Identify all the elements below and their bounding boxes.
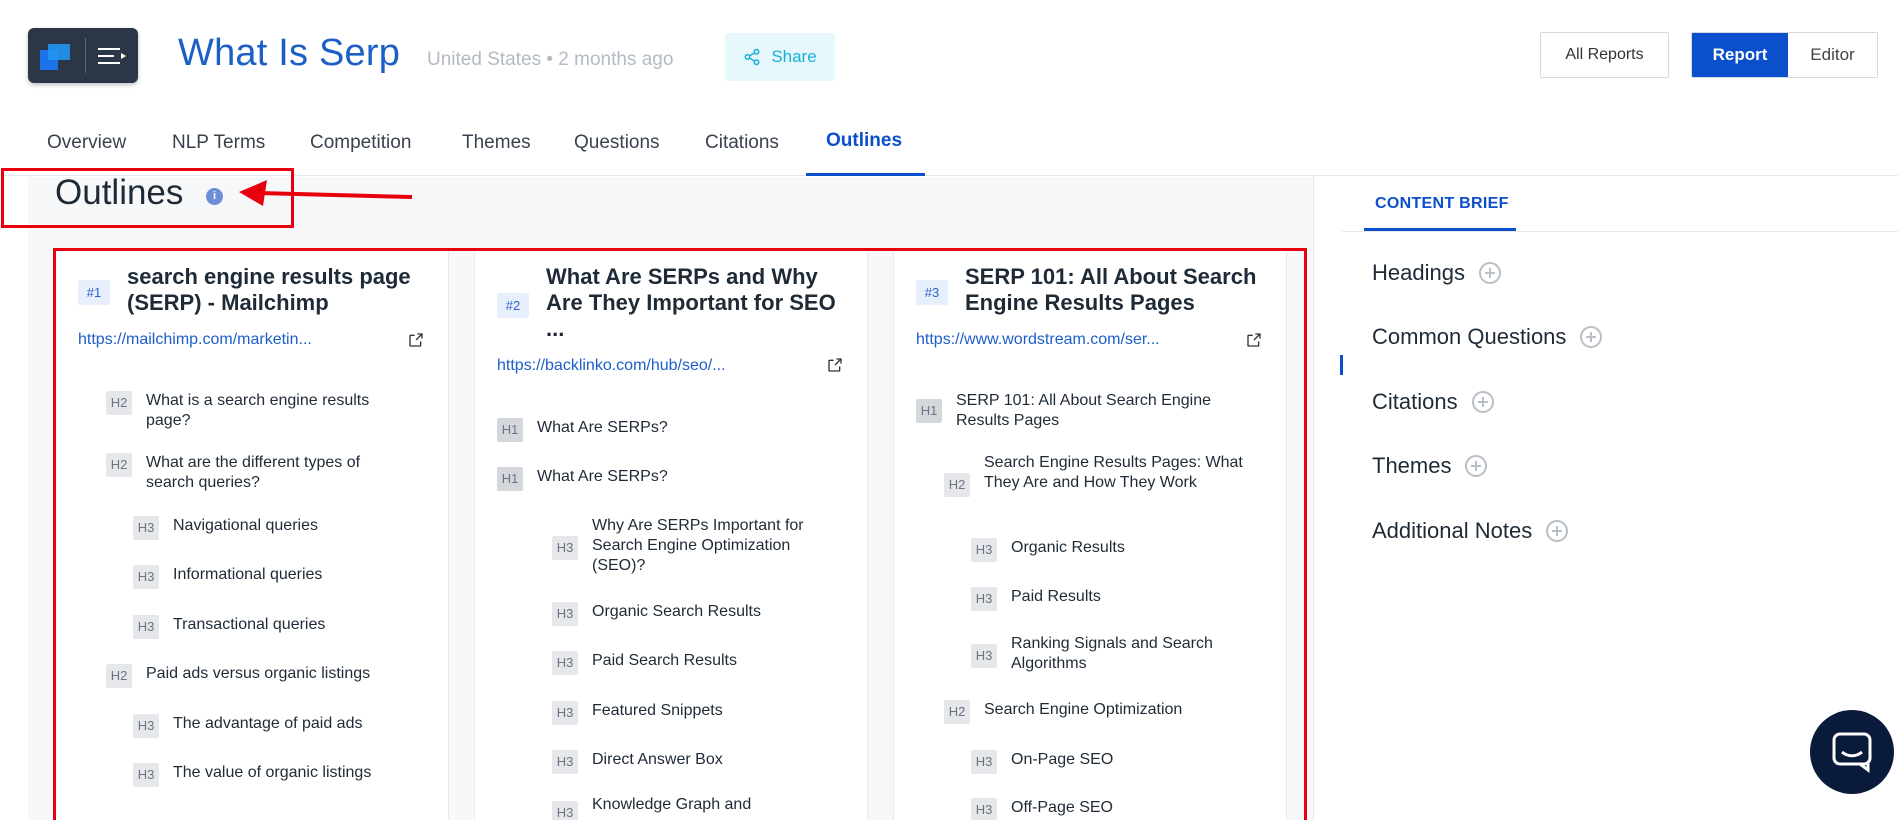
active-tab-indicator (806, 173, 925, 176)
share-label: Share (771, 47, 817, 66)
report-title: What Is Serp (178, 32, 401, 74)
brief-section-label: Citations (1372, 389, 1458, 414)
brief-section-citations[interactable]: Citations (1372, 389, 1494, 415)
tab-themes[interactable]: Themes (462, 132, 531, 154)
brief-section-headings[interactable]: Headings (1372, 260, 1501, 286)
view-toggle: Report Editor (1691, 32, 1878, 78)
share-button[interactable]: Share (725, 33, 835, 81)
all-reports-button[interactable]: All Reports (1540, 32, 1669, 78)
menu-toggle-icon[interactable] (98, 46, 126, 66)
tab-overview[interactable]: Overview (47, 132, 126, 154)
logo-icon (40, 44, 70, 70)
brief-section-themes[interactable]: Themes (1372, 453, 1488, 479)
plus-circle-icon[interactable] (1546, 520, 1569, 542)
brief-section-additional-notes[interactable]: Additional Notes (1372, 518, 1569, 544)
plus-circle-icon[interactable] (1471, 391, 1494, 413)
chat-icon (1832, 732, 1872, 773)
share-icon (744, 48, 760, 66)
logo-divider (85, 38, 86, 73)
plus-circle-icon[interactable] (1478, 262, 1501, 284)
brief-section-label: Additional Notes (1372, 518, 1533, 543)
brief-section-label: Headings (1372, 260, 1465, 285)
plus-circle-icon[interactable] (1465, 455, 1488, 477)
tab-nlp-terms[interactable]: NLP Terms (172, 132, 265, 154)
tab-outlines[interactable]: Outlines (826, 130, 902, 152)
panel-resize-handle[interactable] (1340, 355, 1343, 375)
chat-launcher-button[interactable] (1810, 710, 1894, 794)
content-brief-tab[interactable]: CONTENT BRIEF (1365, 195, 1515, 231)
brief-divider (1342, 231, 1898, 232)
brief-section-label: Themes (1372, 453, 1452, 478)
report-toggle-button[interactable]: Report (1692, 33, 1788, 77)
annotation-arrow-icon (239, 180, 413, 206)
report-meta: United States • 2 months ago (427, 49, 674, 70)
brief-section-label: Common Questions (1372, 324, 1567, 349)
app-root: What Is Serp United States • 2 months ag… (0, 0, 1898, 820)
tab-citations[interactable]: Citations (705, 132, 779, 154)
tab-competition[interactable]: Competition (310, 132, 411, 154)
editor-toggle-button[interactable]: Editor (1788, 33, 1877, 77)
app-logo-menu[interactable] (28, 28, 138, 83)
brief-section-common-questions[interactable]: Common Questions (1372, 324, 1603, 350)
tab-questions[interactable]: Questions (574, 132, 660, 154)
plus-circle-icon[interactable] (1580, 326, 1603, 348)
annotation-box-columns (53, 248, 1307, 820)
